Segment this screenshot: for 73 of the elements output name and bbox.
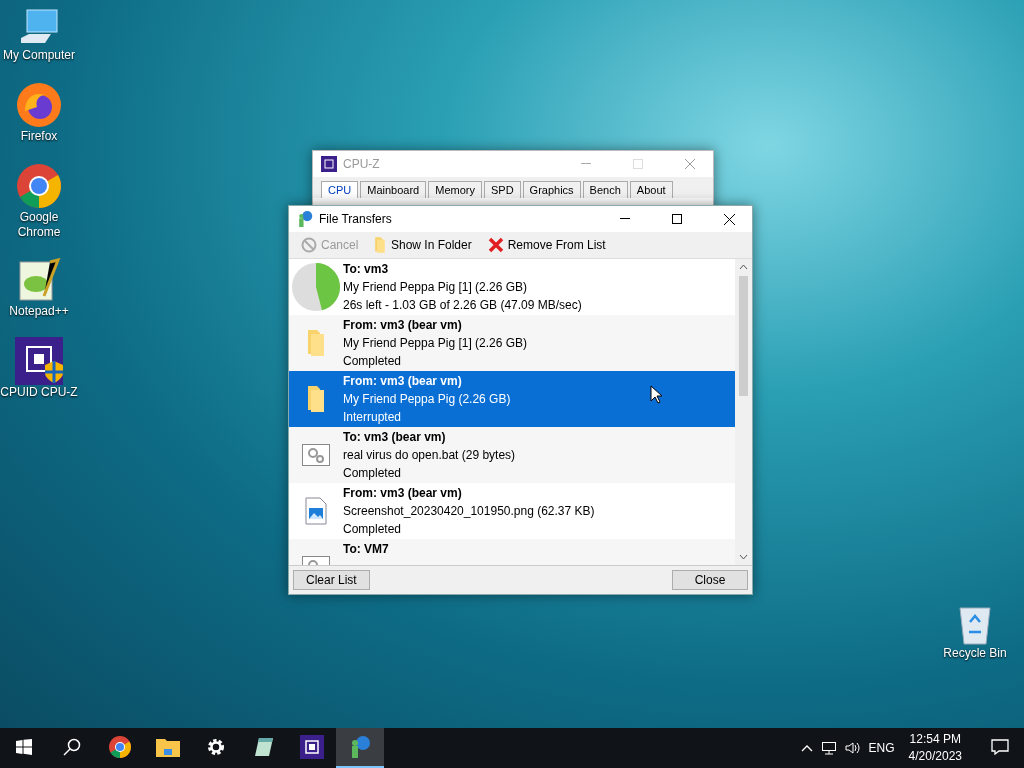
transfer-heading: To: VM7 (343, 541, 389, 558)
folder-icon (305, 328, 327, 358)
transfer-row[interactable]: To: VM7 (289, 539, 735, 565)
transfer-file-name: My Friend Peppa Pig [1] (2.26 GB) (343, 279, 529, 296)
folder-icon (374, 236, 387, 254)
settings-icon (206, 737, 226, 757)
chip-icon (321, 156, 337, 172)
transfer-file-name: Screenshot_20230420_101950.png (62.37 KB) (343, 503, 595, 520)
close-button[interactable]: Close (672, 570, 748, 590)
transfer-heading: From: vm3 (bear vm) (343, 317, 463, 334)
desktop-icon-label[interactable]: My Computer (3, 48, 75, 63)
desktop-icon-label[interactable]: CPUID CPU-Z (0, 385, 78, 400)
search-icon[interactable] (63, 738, 81, 756)
chrome-ball-icon (15, 162, 63, 210)
transfer-status: Completed (343, 353, 403, 370)
fox-globe-icon (15, 81, 63, 129)
chevron-up-icon[interactable] (800, 744, 813, 752)
tab[interactable]: Memory (428, 181, 482, 198)
tab[interactable]: Graphics (522, 181, 581, 198)
network-icon[interactable] (820, 741, 837, 755)
close-icon[interactable] (723, 213, 735, 225)
chip-icon (300, 735, 324, 759)
tab[interactable]: SPD (483, 181, 521, 198)
desktop-icon-label[interactable]: Recycle Bin (943, 646, 1007, 661)
transfer-heading: To: vm3 (343, 261, 390, 278)
people-globe-icon (297, 210, 313, 228)
desktop-icon-label[interactable]: Notepad++ (9, 304, 69, 319)
scroll-thumb[interactable] (739, 276, 748, 396)
transfer-heading: From: vm3 (bear vm) (343, 373, 463, 390)
desktop-icon-label[interactable]: Firefox (20, 129, 58, 144)
mouse-cursor-icon (650, 385, 662, 404)
windows-logo-icon[interactable] (16, 739, 32, 755)
scrollbar[interactable] (735, 259, 752, 565)
tab[interactable]: Bench (582, 181, 628, 198)
cancel-icon (301, 237, 317, 253)
transfer-status: Completed (343, 465, 403, 482)
transfer-file-name: My Friend Peppa Pig (2.26 GB) (343, 391, 511, 408)
transfer-heading: From: vm3 (bear vm) (343, 485, 463, 502)
transfer-row[interactable]: From: vm3 (bear vm) My Friend Peppa Pig (2.26 GB) Interrupted (289, 371, 735, 427)
speaker-icon[interactable] (844, 741, 861, 755)
taskbar-app-button[interactable] (336, 728, 384, 768)
toolbar-button[interactable]: Remove From List (481, 234, 612, 256)
transfer-heading: To: vm3 (bear vm) (343, 429, 447, 446)
transfer-row[interactable]: To: vm3 (bear vm) real virus do open.bat (29 bytes) Completed (289, 427, 735, 483)
clear-list-button[interactable]: Clear List (293, 570, 370, 590)
desktop-icon-label[interactable]: Google Chrome (0, 210, 78, 240)
scroll-down-icon[interactable] (739, 554, 748, 560)
remove-icon (487, 237, 504, 253)
window-title: CPU-Z (343, 157, 381, 171)
minimize-icon[interactable] (620, 218, 630, 220)
folder-icon (156, 737, 180, 757)
people-globe-icon (349, 735, 371, 759)
tab[interactable]: Mainboard (360, 181, 427, 198)
toolbar-button[interactable]: Show In Folder (368, 234, 478, 256)
notepad-icon (253, 736, 275, 758)
image-file-icon (305, 497, 327, 525)
chip-shield-icon (15, 337, 63, 385)
transfer-file-name: My Friend Peppa Pig [1] (2.26 GB) (343, 335, 528, 352)
language-indicator[interactable]: ENG (868, 741, 895, 755)
transfer-file-name: real virus do open.bat (29 bytes) (343, 447, 516, 464)
transfer-status: 26s left - 1.03 GB of 2.26 GB (47.09 MB/sec) (343, 297, 582, 314)
maximize-icon[interactable] (672, 214, 682, 224)
notification-icon[interactable] (991, 739, 1009, 755)
clock[interactable]: 12:54 PM 4/20/2023 (902, 731, 968, 765)
tab[interactable]: About (629, 181, 673, 198)
chrome-ball-icon (108, 735, 132, 759)
transfer-status: Completed (343, 521, 403, 538)
folder-icon (305, 384, 327, 414)
scroll-up-icon[interactable] (739, 264, 748, 270)
transfer-status: Interrupted (343, 409, 403, 426)
window-title: File Transfers (319, 212, 393, 226)
tab[interactable]: CPU (321, 181, 359, 198)
transfer-row[interactable]: From: vm3 (bear vm) My Friend Peppa Pig [1] (2.26 GB) Completed (289, 315, 735, 371)
